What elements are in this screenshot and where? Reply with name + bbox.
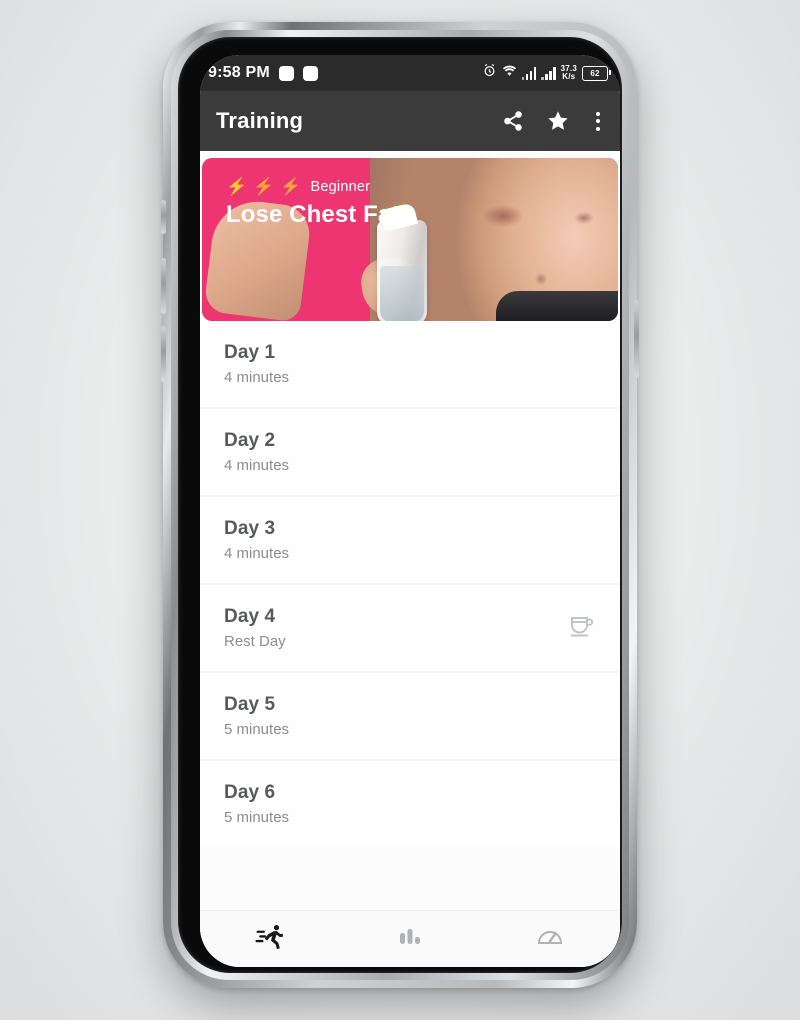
signal-bars-icon (541, 66, 556, 80)
more-vertical-icon (596, 111, 600, 116)
share-button[interactable] (502, 110, 524, 132)
app-bar-actions (502, 109, 604, 133)
difficulty-row: ⚡ ⚡ ⚡ Beginner (226, 178, 399, 195)
day-item-title: Day 1 (224, 342, 276, 363)
day-item-title: Day 3 (224, 518, 276, 539)
status-bar-left: 9:58 PM (208, 64, 318, 82)
day-item-subtitle: 5 minutes (224, 721, 290, 738)
day-list-item[interactable]: Day 3 4 minutes (200, 497, 620, 583)
day-item-texts: Day 2 4 minutes (224, 430, 289, 474)
bottle-water-fill (380, 266, 424, 321)
day-item-texts: Day 6 5 minutes (224, 782, 289, 826)
network-speed-unit: K/s (562, 72, 576, 81)
day-item-title: Day 5 (224, 694, 276, 715)
running-person-icon (255, 923, 285, 956)
battery-icon: 62 (582, 65, 611, 81)
lightning-bolt-icon: ⚡ (280, 177, 302, 196)
volume-down-button[interactable] (161, 326, 166, 382)
day-item-texts: Day 4 Rest Day (224, 606, 286, 650)
overflow-menu-button[interactable] (592, 111, 604, 131)
battery-level-label: 62 (590, 68, 600, 78)
favorite-button[interactable] (546, 109, 570, 133)
status-bar-right: 37.3 K/s 62 (482, 63, 611, 83)
volume-up-button[interactable] (161, 258, 166, 314)
day-item-subtitle: Rest Day (224, 633, 286, 650)
model-shorts (496, 291, 618, 321)
day-item-texts: Day 5 5 minutes (224, 694, 289, 738)
phone-screen: 9:58 PM 37.3 K/s 62 Training ⚡ ⚡ ⚡ Begin… (200, 55, 620, 967)
banner-text-block: ⚡ ⚡ ⚡ Beginner Lose Chest Fat (226, 178, 399, 229)
day-list-item[interactable]: Day 2 4 minutes (200, 409, 620, 495)
coffee-cup-icon (568, 613, 596, 644)
day-item-subtitle: 4 minutes (224, 369, 290, 386)
day-list-item[interactable]: Day 5 5 minutes (200, 673, 620, 759)
status-bar-clock: 9:58 PM (208, 64, 270, 81)
day-item-title: Day 4 (224, 606, 276, 627)
bottom-tab-bar (200, 910, 620, 967)
more-vertical-icon (596, 126, 600, 131)
day-list-item[interactable]: Day 1 4 minutes (200, 321, 620, 407)
power-button[interactable] (634, 300, 639, 378)
lightning-bolt-icon: ⚡ (226, 177, 248, 196)
day-item-title: Day 2 (224, 430, 276, 451)
tab-report[interactable] (340, 925, 480, 954)
main-content: ⚡ ⚡ ⚡ Beginner Lose Chest Fat Day 1 4 mi… (200, 151, 620, 967)
signal-bars-icon (521, 66, 537, 80)
day-item-texts: Day 3 4 minutes (224, 518, 289, 562)
more-vertical-icon (596, 119, 600, 123)
app-bar: Training (200, 91, 620, 151)
alarm-icon (482, 63, 497, 83)
day-item-subtitle: 5 minutes (224, 809, 290, 826)
difficulty-label: Beginner (310, 178, 371, 195)
workout-title: Lose Chest Fat (226, 201, 400, 228)
page-title: Training (216, 108, 304, 133)
mute-switch-button[interactable] (161, 200, 166, 234)
day-list: Day 1 4 minutes Day 2 4 minutes Day 3 4 … (200, 321, 620, 847)
notification-square-icon (278, 65, 294, 81)
workout-banner[interactable]: ⚡ ⚡ ⚡ Beginner Lose Chest Fat (202, 158, 618, 321)
day-list-item[interactable]: Day 6 5 minutes (200, 761, 620, 847)
status-bar: 9:58 PM 37.3 K/s 62 (200, 55, 620, 91)
notification-square-icon (302, 65, 318, 81)
lightning-bolt-icon: ⚡ (253, 177, 275, 196)
bar-chart-icon (397, 925, 423, 954)
tab-training[interactable] (200, 923, 340, 956)
speedometer-icon (536, 924, 564, 955)
day-item-subtitle: 4 minutes (224, 545, 290, 562)
tab-tools[interactable] (480, 924, 620, 955)
day-list-item[interactable]: Day 4 Rest Day (200, 585, 620, 671)
day-item-texts: Day 1 4 minutes (224, 342, 289, 386)
network-speed-indicator: 37.3 K/s (561, 65, 577, 81)
day-item-subtitle: 4 minutes (224, 457, 290, 474)
day-item-title: Day 6 (224, 782, 276, 803)
workout-banner-wrapper: ⚡ ⚡ ⚡ Beginner Lose Chest Fat (200, 151, 620, 321)
wifi-icon (502, 64, 517, 82)
